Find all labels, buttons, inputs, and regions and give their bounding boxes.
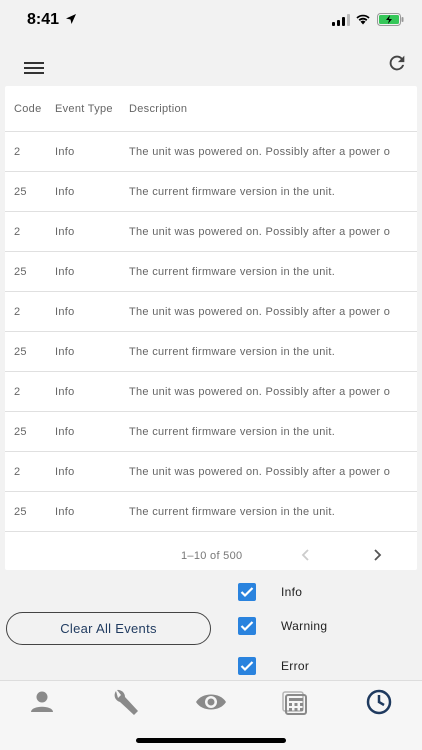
- header-event-type[interactable]: Event Type: [55, 86, 113, 132]
- filter-warning[interactable]: Warning: [238, 617, 378, 635]
- row-code: 25: [14, 426, 27, 438]
- checkbox-checked-icon[interactable]: [238, 583, 256, 601]
- table-row[interactable]: 2 Info The unit was powered on. Possibly a…: [5, 452, 417, 492]
- row-code: 2: [14, 466, 21, 478]
- chevron-right-icon[interactable]: [373, 549, 383, 561]
- calculator-icon[interactable]: [277, 687, 313, 717]
- table-row[interactable]: 25 Info The current firmware version in th…: [5, 332, 417, 372]
- row-description: The unit was powered on. Possibly after …: [129, 386, 391, 398]
- hamburger-menu-icon[interactable]: [24, 61, 44, 75]
- page-range: 1–10 of 500: [181, 550, 243, 562]
- home-indicator[interactable]: [136, 738, 286, 743]
- row-description: The unit was powered on. Possibly after …: [129, 306, 391, 318]
- clock-icon[interactable]: [361, 687, 397, 717]
- events-table: Code Event Type Description 2 Info The uni…: [5, 86, 417, 570]
- row-description: The current firmware version in the unit…: [129, 186, 336, 198]
- row-code: 2: [14, 386, 21, 398]
- filter-warning-label: Warning: [281, 619, 328, 633]
- filter-error[interactable]: Error: [238, 657, 378, 675]
- row-code: 2: [14, 226, 21, 238]
- table-row[interactable]: 25 Info The current firmware version in th…: [5, 172, 417, 212]
- row-description: The current firmware version in the unit…: [129, 506, 336, 518]
- filter-error-label: Error: [281, 659, 310, 673]
- table-row[interactable]: 25 Info The current firmware version in th…: [5, 492, 417, 532]
- table-pagination: 1–10 of 500: [5, 538, 417, 570]
- row-description: The unit was powered on. Possibly after …: [129, 466, 391, 478]
- row-event-type: Info: [55, 186, 75, 198]
- person-icon[interactable]: [24, 687, 60, 717]
- row-code: 25: [14, 346, 27, 358]
- row-description: The current firmware version in the unit…: [129, 346, 336, 358]
- battery-charging-icon: [377, 13, 404, 26]
- table-row[interactable]: 2 Info The unit was powered on. Possibly a…: [5, 372, 417, 412]
- checkbox-checked-icon[interactable]: [238, 657, 256, 675]
- status-bar: 8:41: [0, 0, 422, 44]
- row-description: The current firmware version in the unit…: [129, 266, 336, 278]
- chevron-left-icon[interactable]: [300, 549, 310, 561]
- table-header: Code Event Type Description: [5, 86, 417, 132]
- row-code: 25: [14, 266, 27, 278]
- wrench-icon[interactable]: [108, 687, 144, 717]
- table-row[interactable]: 2 Info The unit was powered on. Possibly a…: [5, 292, 417, 332]
- filter-info[interactable]: Info: [238, 583, 378, 601]
- row-event-type: Info: [55, 466, 75, 478]
- checkbox-checked-icon[interactable]: [238, 617, 256, 635]
- row-code: 25: [14, 506, 27, 518]
- signal-icon: [332, 14, 350, 26]
- row-event-type: Info: [55, 346, 75, 358]
- row-description: The unit was powered on. Possibly after …: [129, 146, 391, 158]
- table-row[interactable]: 25 Info The current firmware version in th…: [5, 412, 417, 452]
- wifi-icon: [356, 14, 370, 25]
- refresh-icon[interactable]: [386, 52, 408, 74]
- location-arrow-icon: [66, 14, 76, 24]
- clear-all-events-button[interactable]: Clear All Events: [6, 612, 211, 645]
- row-description: The current firmware version in the unit…: [129, 426, 336, 438]
- row-event-type: Info: [55, 386, 75, 398]
- row-code: 25: [14, 186, 27, 198]
- row-event-type: Info: [55, 426, 75, 438]
- filter-info-label: Info: [281, 585, 303, 599]
- eye-icon[interactable]: [193, 687, 229, 717]
- table-row[interactable]: 2 Info The unit was powered on. Possibly a…: [5, 212, 417, 252]
- header-code[interactable]: Code: [14, 86, 42, 132]
- status-time: 8:41: [27, 11, 60, 28]
- row-event-type: Info: [55, 226, 75, 238]
- row-event-type: Info: [55, 506, 75, 518]
- row-event-type: Info: [55, 146, 75, 158]
- row-description: The unit was powered on. Possibly after …: [129, 226, 391, 238]
- row-code: 2: [14, 306, 21, 318]
- row-event-type: Info: [55, 266, 75, 278]
- row-event-type: Info: [55, 306, 75, 318]
- table-row[interactable]: 25 Info The current firmware version in th…: [5, 252, 417, 292]
- header-description[interactable]: Description: [129, 86, 187, 132]
- app-header: [0, 44, 422, 86]
- table-body: 2 Info The unit was powered on. Possibly a…: [5, 132, 417, 532]
- table-row[interactable]: 2 Info The unit was powered on. Possibly a…: [5, 132, 417, 172]
- row-code: 2: [14, 146, 21, 158]
